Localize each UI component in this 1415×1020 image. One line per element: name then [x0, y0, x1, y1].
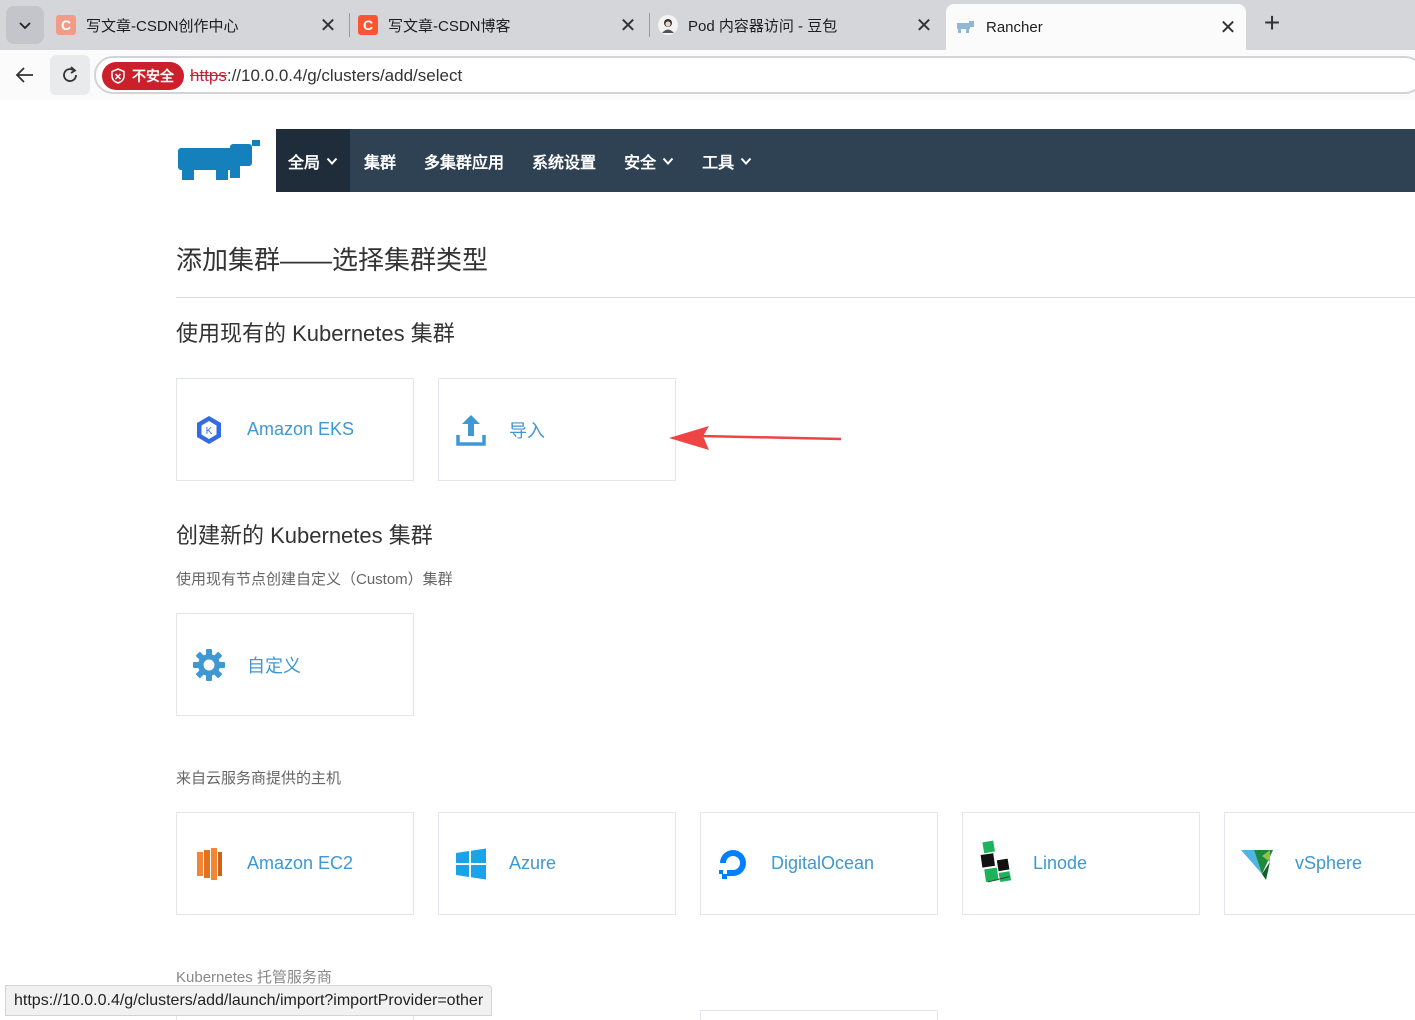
card-label: Linode: [1033, 853, 1088, 873]
nav-label: 工具: [702, 154, 735, 172]
create-cluster-heading: 创建新的 Kubernetes 集群: [176, 523, 433, 548]
nav-label: 系统设置: [532, 154, 597, 172]
not-secure-badge[interactable]: 不安全: [102, 62, 184, 90]
close-tab-icon[interactable]: ✕: [912, 13, 936, 38]
chevron-down-icon: [662, 157, 674, 165]
rancher-favicon-icon: [956, 17, 976, 37]
card-label: Amazon EC2: [247, 853, 354, 873]
chevron-down-icon: [19, 22, 31, 30]
close-tab-icon[interactable]: ✕: [616, 13, 640, 38]
tab-rancher[interactable]: Rancher ✕: [946, 4, 1246, 50]
azure-card[interactable]: Azure: [438, 812, 676, 915]
eks-icon: K: [191, 412, 227, 448]
close-tab-icon[interactable]: ✕: [316, 13, 340, 38]
card-label: Azure: [509, 853, 557, 873]
hosted-card-partial[interactable]: [700, 1010, 938, 1020]
avatar-favicon-icon: [658, 15, 678, 35]
vsphere-card[interactable]: vSphere: [1224, 812, 1415, 915]
chevron-down-icon: [326, 157, 338, 165]
close-tab-icon[interactable]: ✕: [1216, 15, 1240, 40]
nav-settings[interactable]: 系统设置: [518, 129, 610, 192]
linode-card[interactable]: Linode: [962, 812, 1200, 915]
gear-icon: [191, 647, 227, 683]
card-label: 自定义: [247, 655, 301, 676]
rancher-page: 全局 集群 多集群应用 系统设置 安全 工具 添加集群——选择集群类型 使用现有…: [5, 100, 1415, 1020]
linode-icon: [977, 840, 1013, 882]
nav-label: 集群: [364, 154, 397, 172]
azure-icon: [453, 846, 489, 882]
digitalocean-card[interactable]: DigitalOcean: [700, 812, 938, 915]
browser-address-bar: 不安全 https://10.0.0.4/g/clusters/add/sele…: [0, 50, 1415, 100]
url-text: https://10.0.0.4/g/clusters/add/select: [190, 66, 462, 86]
tab-list-button[interactable]: [6, 6, 44, 44]
digitalocean-icon: [715, 846, 751, 882]
tab-title: 写文章-CSDN博客: [388, 17, 511, 35]
existing-cluster-heading: 使用现有的 Kubernetes 集群: [176, 321, 455, 346]
card-label: vSphere: [1295, 853, 1363, 873]
arrow-left-icon: [15, 67, 33, 83]
custom-card[interactable]: 自定义: [176, 613, 414, 716]
nav-label: 安全: [624, 154, 657, 172]
amazon-eks-card[interactable]: K Amazon EKS: [176, 378, 414, 481]
svg-text:K: K: [206, 426, 213, 437]
url-scheme: https: [190, 66, 227, 85]
vsphere-icon: [1239, 846, 1275, 882]
nav-clusters[interactable]: 集群: [350, 129, 410, 192]
card-label: 导入: [509, 420, 545, 441]
reload-icon: [63, 66, 77, 82]
back-button[interactable]: [5, 55, 45, 95]
ec2-icon: [191, 846, 227, 882]
card-label: DigitalOcean: [771, 853, 875, 873]
url-path: ://10.0.0.4/g/clusters/add/select: [226, 66, 463, 85]
nav-tools[interactable]: 工具: [688, 129, 766, 192]
status-bar-url: https://10.0.0.4/g/clusters/add/launch/i…: [5, 985, 493, 1016]
nav-label: 多集群应用: [424, 154, 505, 172]
nav-label: 全局: [288, 154, 321, 172]
amazon-ec2-card[interactable]: Amazon EC2: [176, 812, 414, 915]
tab-doubao[interactable]: Pod 内容器访问 - 豆包 ✕: [658, 4, 942, 46]
warning-shield-icon: [111, 68, 125, 84]
tab-csdn-create[interactable]: C 写文章-CSDN创作中心 ✕: [56, 4, 346, 46]
custom-subtitle: 使用现有节点创建自定义（Custom）集群: [176, 571, 453, 588]
nav-global[interactable]: 全局: [276, 129, 351, 192]
import-card[interactable]: 导入: [438, 378, 676, 481]
nav-multi-cluster-apps[interactable]: 多集群应用: [410, 129, 518, 192]
reload-button[interactable]: [50, 55, 90, 95]
divider: [176, 297, 1415, 298]
rancher-logo-icon[interactable]: [176, 138, 262, 184]
page-title: 添加集群——选择集群类型: [176, 245, 489, 275]
chevron-down-icon: [740, 157, 752, 165]
upload-icon: [453, 412, 489, 448]
nav-security[interactable]: 安全: [610, 129, 688, 192]
csdn-favicon-icon: C: [56, 15, 76, 35]
not-secure-label: 不安全: [132, 68, 174, 84]
tab-title: Rancher: [986, 18, 1043, 36]
tab-title: Pod 内容器访问 - 豆包: [688, 17, 838, 35]
annotation-arrow-icon: [669, 426, 842, 450]
browser-tab-bar: C 写文章-CSDN创作中心 ✕ C 写文章-CSDN博客 ✕ Pod 内容器访…: [0, 0, 1415, 50]
main-nav: 全局 集群 多集群应用 系统设置 安全 工具: [276, 129, 1415, 192]
hosted-provider-subtitle: Kubernetes 托管服务商: [176, 969, 332, 986]
card-label: Amazon EKS: [247, 419, 355, 439]
tab-divider: [649, 13, 650, 37]
tab-title: 写文章-CSDN创作中心: [86, 17, 239, 35]
csdn-favicon-icon: C: [358, 15, 378, 35]
new-tab-button[interactable]: +: [1256, 8, 1288, 40]
cloud-subtitle: 来自云服务商提供的主机: [176, 770, 342, 787]
url-field[interactable]: 不安全 https://10.0.0.4/g/clusters/add/sele…: [94, 56, 1415, 94]
tab-divider: [349, 13, 350, 37]
tab-csdn-blog[interactable]: C 写文章-CSDN博客 ✕: [358, 4, 646, 46]
